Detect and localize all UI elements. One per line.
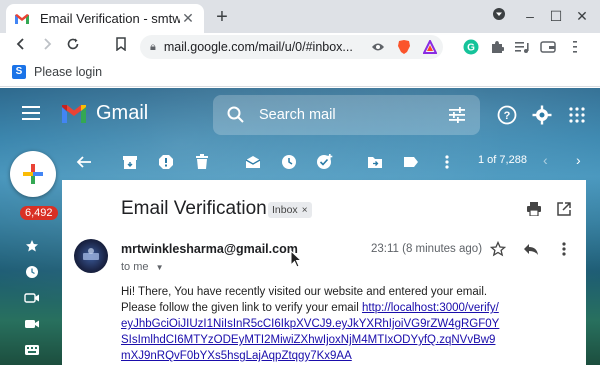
star-icon[interactable] — [489, 240, 507, 258]
settings-gear-icon[interactable] — [531, 104, 553, 126]
tab-close-icon[interactable]: ✕ — [180, 10, 196, 27]
wallet-icon[interactable] — [539, 38, 557, 56]
gmail-favicon-icon — [15, 13, 29, 24]
join-meeting-icon[interactable] — [24, 316, 40, 332]
email-subject: Email Verification — [121, 198, 267, 219]
meet-video-icon[interactable] — [24, 290, 40, 306]
bookmark-label: Please login — [34, 65, 103, 79]
unread-count-badge: 6,492 — [20, 206, 58, 220]
snooze-clock-icon[interactable] — [280, 153, 298, 171]
older-chevron-icon[interactable]: › — [576, 152, 581, 168]
label-text: Inbox — [272, 204, 298, 216]
reload-button[interactable] — [62, 35, 84, 59]
snoozed-icon[interactable] — [24, 264, 40, 280]
body-greeting: Hi! There, You have recently visited our… — [121, 286, 488, 298]
browser-menu-icon[interactable] — [566, 38, 584, 56]
keyboard-icon[interactable] — [24, 342, 40, 358]
brave-rewards-icon[interactable] — [421, 38, 439, 56]
compose-plus-icon — [23, 164, 43, 184]
search-input[interactable]: Search mail — [259, 107, 448, 123]
grammarly-extension-icon[interactable]: G — [462, 38, 480, 56]
inbox-label-chip[interactable]: Inbox × — [268, 202, 312, 218]
search-icon[interactable] — [227, 106, 245, 124]
gmail-logo[interactable]: Gmail — [60, 102, 148, 125]
move-to-folder-icon[interactable] — [366, 153, 384, 171]
bookmark-star-icon[interactable] — [110, 35, 132, 59]
details-chevron-down-icon[interactable]: ▼ — [156, 263, 164, 272]
gmail-wordmark: Gmail — [96, 102, 149, 124]
svg-text:G: G — [467, 43, 475, 54]
pagination-label: 1 of 7,288 — [478, 154, 527, 166]
body-instruction: Please follow the given link to verify y… — [121, 300, 501, 364]
new-tab-button[interactable]: + — [212, 6, 232, 28]
mark-unread-icon[interactable] — [244, 153, 262, 171]
search-options-icon[interactable] — [448, 106, 466, 124]
reply-icon[interactable] — [522, 240, 540, 258]
brave-shield-icon[interactable] — [395, 38, 413, 56]
email-reading-pane: Email Verification Inbox × mrtwinkleshar… — [62, 180, 586, 365]
back-to-inbox-icon[interactable] — [75, 153, 93, 171]
forward-button[interactable] — [36, 35, 58, 59]
browser-tab-active[interactable]: Email Verification - smtwinkle ✕ — [6, 4, 204, 33]
browser-toolbar: 🔒︎ mail.google.com/mail/u/0/#inbox... G — [0, 33, 600, 61]
tab-search-icon[interactable] — [487, 5, 511, 27]
message-more-icon[interactable] — [555, 240, 573, 258]
main-menu-icon[interactable] — [22, 106, 40, 120]
add-to-tasks-icon[interactable] — [316, 153, 334, 171]
report-spam-icon[interactable] — [157, 153, 175, 171]
bookmark-favicon-icon: S — [12, 65, 26, 79]
maximize-button[interactable]: ☐ — [544, 5, 568, 27]
print-icon[interactable] — [525, 200, 543, 218]
newer-chevron-icon[interactable]: ‹ — [543, 152, 548, 168]
open-new-window-icon[interactable] — [555, 200, 573, 218]
lock-icon: 🔒︎ — [150, 40, 156, 53]
help-icon[interactable]: ? — [496, 104, 518, 126]
sender-avatar[interactable] — [74, 239, 108, 273]
view-icon[interactable] — [369, 38, 387, 56]
archive-icon[interactable] — [121, 153, 139, 171]
remove-label-icon[interactable]: × — [302, 205, 308, 216]
recipient-details[interactable]: to me ▼ — [121, 261, 164, 273]
sender-email[interactable]: mrtwinklesharma@gmail.com — [121, 242, 298, 256]
browser-tab-strip: Email Verification - smtwinkle ✕ + – ☐ ✕ — [0, 0, 600, 33]
email-body: Hi! There, You have recently visited our… — [121, 284, 501, 364]
close-window-button[interactable]: ✕ — [570, 5, 594, 27]
apps-grid-icon[interactable] — [566, 104, 588, 126]
search-bar[interactable]: Search mail — [213, 95, 480, 135]
gmail-app: Gmail Search mail ? 1 of 7,288 ‹ › 6,492… — [0, 88, 600, 365]
back-button[interactable] — [10, 35, 32, 59]
extensions-puzzle-icon[interactable] — [488, 38, 506, 56]
url-text: mail.google.com/mail/u/0/#inbox... — [163, 40, 353, 54]
tab-title: Email Verification - smtwinkle — [40, 11, 180, 26]
bookmark-please-login[interactable]: S Please login — [12, 65, 102, 79]
minimize-button[interactable]: – — [518, 5, 542, 27]
more-actions-icon[interactable] — [438, 153, 456, 171]
compose-button[interactable] — [10, 151, 56, 197]
mouse-pointer-icon — [290, 250, 302, 268]
body-instruction-text: Please follow the given link to verify y… — [121, 302, 362, 314]
svg-text:?: ? — [504, 110, 511, 122]
received-time: 23:11 (8 minutes ago) — [371, 243, 483, 255]
bookmarks-bar: S Please login — [0, 61, 600, 87]
recipient-label: to me — [121, 261, 149, 273]
delete-icon[interactable] — [193, 153, 211, 171]
starred-icon[interactable] — [24, 238, 40, 254]
gmail-m-icon — [62, 104, 86, 123]
labels-icon[interactable] — [402, 153, 420, 171]
media-playlist-icon[interactable] — [513, 38, 531, 56]
address-bar[interactable]: 🔒︎ mail.google.com/mail/u/0/#inbox... — [140, 35, 443, 59]
